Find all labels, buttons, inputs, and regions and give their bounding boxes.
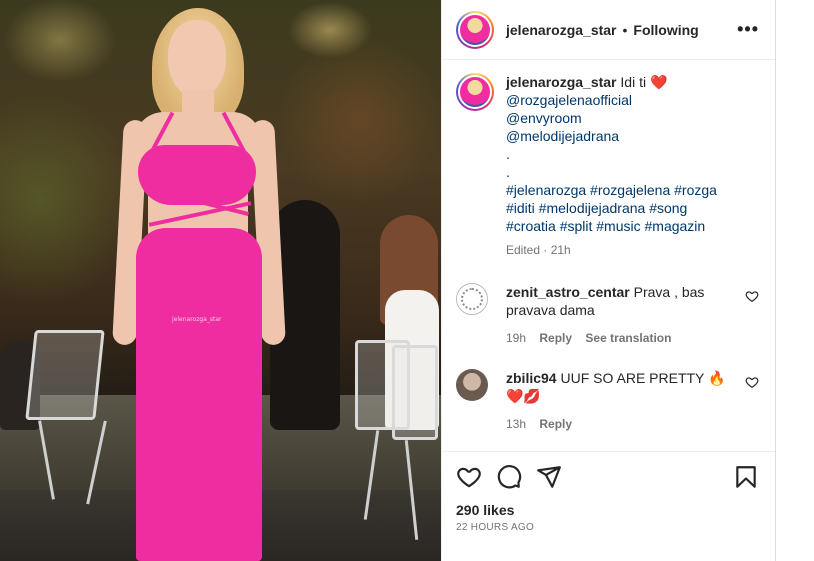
more-icon[interactable]: ••• bbox=[737, 19, 759, 40]
hashtag-line[interactable]: #iditi #melodijejadrana #song bbox=[506, 199, 746, 217]
caption-author-avatar[interactable] bbox=[456, 73, 494, 111]
comment-item: zbilic94 UUF SO ARE PRETTY 🔥❤️💋 13h Repl… bbox=[456, 369, 759, 433]
background-chair bbox=[25, 330, 105, 420]
hashtag-line[interactable]: #croatia #split #music #magazin bbox=[506, 217, 746, 235]
author-avatar[interactable] bbox=[456, 10, 494, 49]
heart-emoji: ❤️ bbox=[649, 74, 668, 90]
comment-item: zenit_astro_centar Prava , bas pravava d… bbox=[456, 283, 759, 347]
mention-link[interactable]: @melodijejadrana bbox=[506, 127, 746, 145]
post-photo[interactable]: jelenarozga_star bbox=[0, 0, 441, 561]
post-timestamp[interactable]: 22 HOURS AGO bbox=[456, 522, 759, 533]
likes-count[interactable]: 290 likes bbox=[456, 502, 759, 518]
hashtag-line[interactable]: #jelenarozga #rozgajelena #rozga bbox=[506, 181, 746, 199]
commenter-avatar[interactable] bbox=[456, 283, 488, 315]
reply-button[interactable]: Reply bbox=[539, 417, 572, 431]
background-chair bbox=[392, 345, 438, 440]
comment-like-icon[interactable] bbox=[745, 289, 759, 303]
save-icon[interactable] bbox=[733, 464, 759, 490]
post-details-panel: jelenarozga_star • Following ••• jelenar… bbox=[441, 0, 776, 561]
subject-face bbox=[168, 20, 226, 98]
caption-dot: . bbox=[506, 146, 510, 162]
reply-button[interactable]: Reply bbox=[539, 331, 572, 345]
share-icon[interactable] bbox=[536, 464, 562, 490]
caption-author[interactable]: jelenarozga_star bbox=[506, 74, 617, 90]
caption-text: Idi ti bbox=[620, 74, 647, 90]
commenter-avatar[interactable] bbox=[456, 369, 488, 401]
comments-section[interactable]: jelenarozga_star Idi ti ❤️ @rozgajelenao… bbox=[442, 61, 775, 451]
comment-time: 19h bbox=[506, 331, 527, 345]
comment-icon[interactable] bbox=[496, 464, 522, 490]
dress-top bbox=[138, 145, 256, 205]
action-bar: 290 likes 22 HOURS AGO bbox=[442, 451, 775, 533]
author-username[interactable]: jelenarozga_star bbox=[506, 22, 617, 38]
mention-link[interactable]: @envyroom bbox=[506, 109, 746, 127]
dress-skirt bbox=[136, 228, 262, 561]
following-button[interactable]: Following bbox=[633, 22, 698, 38]
caption: jelenarozga_star Idi ti ❤️ @rozgajelenao… bbox=[456, 73, 759, 259]
mention-link[interactable]: @rozgajelenaofficial bbox=[506, 91, 746, 109]
see-translation-button[interactable]: See translation bbox=[585, 331, 671, 345]
comment-author[interactable]: zenit_astro_centar bbox=[506, 284, 630, 300]
post-header: jelenarozga_star • Following ••• bbox=[442, 0, 775, 60]
comment-like-icon[interactable] bbox=[745, 375, 759, 389]
header-separator: • bbox=[622, 21, 628, 38]
caption-dot: . bbox=[506, 164, 510, 180]
photo-watermark: jelenarozga_star bbox=[172, 316, 222, 323]
comment-time: 13h bbox=[506, 417, 527, 431]
like-icon[interactable] bbox=[456, 464, 482, 490]
caption-meta: Edited · 21h bbox=[506, 243, 571, 257]
comment-author[interactable]: zbilic94 bbox=[506, 370, 557, 386]
